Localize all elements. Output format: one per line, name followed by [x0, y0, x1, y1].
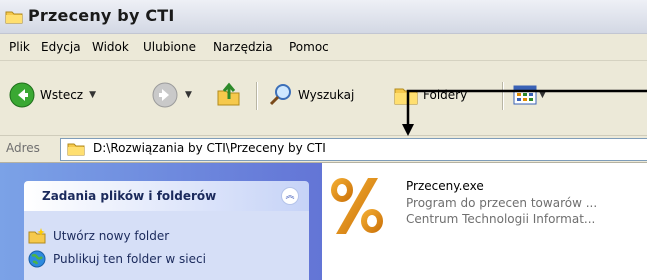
address-label: Adres: [6, 141, 40, 155]
title-bar: Przeceny by CTI: [0, 0, 647, 34]
task-publish-web[interactable]: Publikuj ten folder w sieci: [28, 249, 206, 269]
task-pane: Zadania plików i folderów ︽ Utwórz nowy …: [0, 163, 322, 280]
menu-bar: Plik Edycja Widok Ulubione Narzędzia Pom…: [0, 34, 647, 61]
task-new-folder[interactable]: Utwórz nowy folder: [28, 226, 169, 246]
folder-icon: [67, 143, 85, 156]
globe-icon: [28, 250, 46, 268]
forward-button[interactable]: ▼: [151, 80, 192, 110]
folder-icon: [394, 88, 418, 105]
back-arrow-icon: [9, 82, 35, 108]
search-icon: [269, 84, 291, 106]
views-button[interactable]: ▼: [513, 80, 546, 110]
task-panel-header[interactable]: Zadania plików i folderów ︽: [24, 181, 309, 211]
file-description: Program do przecen towarów ...: [406, 196, 598, 210]
new-folder-icon: [28, 228, 46, 244]
file-company: Centrum Technologii Informat...: [406, 212, 596, 226]
menu-edit[interactable]: Edycja: [41, 40, 81, 54]
task-panel-title: Zadania plików i folderów: [42, 189, 217, 203]
file-list: Przeceny.exe Program do przecen towarów …: [322, 163, 647, 280]
search-label: Wyszukaj: [298, 88, 355, 102]
address-input[interactable]: D:\Rozwiązania by CTI\Przeceny by CTI: [60, 138, 647, 161]
folders-button[interactable]: Foldery: [393, 80, 467, 110]
search-button[interactable]: Wyszukaj: [268, 80, 354, 110]
menu-favorites[interactable]: Ulubione: [143, 40, 196, 54]
address-path: D:\Rozwiązania by CTI\Przeceny by CTI: [93, 141, 326, 155]
toolbar-separator: [502, 82, 504, 110]
forward-arrow-icon: [152, 82, 178, 108]
chevron-down-icon[interactable]: ▼: [539, 90, 546, 100]
toolbar-separator: [256, 82, 258, 110]
back-label: Wstecz: [40, 88, 84, 102]
folders-label: Foldery: [423, 88, 468, 102]
window-title: Przeceny by CTI: [28, 6, 175, 25]
task-panel-body: Utwórz nowy folder Publikuj ten folder w…: [24, 211, 309, 280]
task-new-folder-label: Utwórz nowy folder: [53, 229, 170, 243]
task-publish-web-label: Publikuj ten folder w sieci: [53, 252, 206, 266]
folder-icon: [5, 11, 23, 24]
percent-icon: [331, 178, 383, 234]
chevron-down-icon[interactable]: ▼: [89, 90, 96, 100]
collapse-icon[interactable]: ︽: [281, 187, 299, 205]
views-icon: [513, 85, 537, 105]
menu-view[interactable]: Widok: [92, 40, 129, 54]
up-folder-button[interactable]: [215, 80, 243, 110]
menu-help[interactable]: Pomoc: [289, 40, 329, 54]
up-folder-icon: [217, 82, 240, 106]
toolbar: Wstecz ▼ ▼ Wyszukaj Foldery ▼: [0, 61, 647, 136]
menu-tools[interactable]: Narzędzia: [213, 40, 273, 54]
address-bar: Adres D:\Rozwiązania by CTI\Przeceny by …: [0, 136, 647, 163]
back-button[interactable]: Wstecz ▼: [8, 80, 96, 110]
menu-file[interactable]: Plik: [9, 40, 30, 54]
chevron-down-icon[interactable]: ▼: [185, 90, 192, 100]
file-name: Przeceny.exe: [406, 179, 484, 193]
